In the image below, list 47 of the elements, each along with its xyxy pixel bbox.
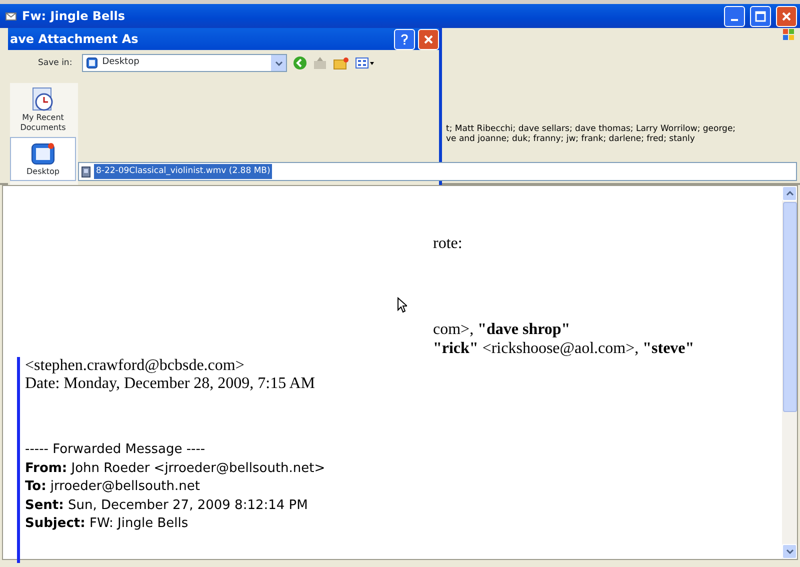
caret-icon[interactable]	[274, 60, 283, 66]
close-icon	[781, 10, 792, 22]
minimize-icon	[731, 19, 738, 21]
recipients-text: ve and joanne; duk; franny; jw; frank; darlene; fred; stanly	[446, 134, 696, 144]
header-field: From: John Roeder <jrroeder@bellsouth.net>	[25, 460, 782, 478]
forwarded-heading: ----- Forwarded Message ----	[25, 441, 206, 459]
message-text: Date: Monday, December 28, 2009, 7:15 AM	[25, 375, 316, 393]
message-text: <stephen.crawford@bcbsde.com>	[25, 357, 246, 375]
maximize-button[interactable]	[750, 6, 771, 26]
minimize-button[interactable]	[724, 6, 745, 26]
close-button[interactable]	[776, 6, 797, 26]
message-text: "rick" <rickshoose@aol.com>, "steve"	[432, 339, 696, 358]
desktop-icon	[30, 141, 56, 167]
caret-icon	[786, 549, 794, 554]
header-field: Sent: Sun, December 27, 2009 8:12:14 PM	[25, 496, 782, 515]
close-button[interactable]	[418, 28, 439, 50]
scrollbar[interactable]	[782, 186, 797, 559]
help-button[interactable]	[394, 28, 415, 50]
save-in-dropdown[interactable]: Desktop	[82, 54, 288, 72]
save-in-label: Save in:	[38, 56, 72, 70]
message-text: rote:	[432, 234, 464, 253]
windows-logo-icon	[782, 28, 796, 42]
scroll-down-button[interactable]	[782, 544, 797, 559]
window-title: Fw: Jingle Bells	[22, 9, 126, 23]
back-icon[interactable]	[293, 56, 308, 70]
scroll-up-button[interactable]	[782, 186, 797, 201]
caret-icon	[786, 191, 794, 196]
question-mark-icon	[400, 34, 409, 44]
recipients-text: t; Matt Ribecchi; dave sellars; dave thomas; Larry Worrilow; george;	[446, 124, 736, 134]
new-folder-icon[interactable]	[333, 56, 350, 70]
maximize-icon	[755, 10, 766, 22]
save-in-value: Desktop	[102, 56, 140, 70]
dialog-title: ave Attachment As	[10, 32, 138, 46]
attachment-label[interactable]: 8-22-09Classical_violinist.wmv (2.88 MB)	[94, 164, 272, 179]
header-field: Subject: FW: Jingle Bells	[25, 515, 782, 534]
desktop-icon	[86, 57, 98, 69]
places-item[interactable]: My Recent Documents	[10, 83, 76, 137]
mail-icon	[5, 11, 17, 21]
view-menu-icon[interactable]	[355, 56, 376, 70]
header-field: To: jrroeder@bellsouth.net	[25, 478, 782, 496]
mouse-pointer-icon	[397, 297, 407, 313]
message-text: com>, "dave shrop"	[432, 320, 572, 339]
file-icon	[81, 166, 91, 178]
close-icon	[423, 34, 434, 44]
attachment-field[interactable]: 8-22-09Classical_violinist.wmv (2.88 MB)	[78, 162, 797, 181]
places-item[interactable]: Desktop	[10, 137, 76, 181]
scroll-thumb[interactable]	[782, 202, 796, 412]
